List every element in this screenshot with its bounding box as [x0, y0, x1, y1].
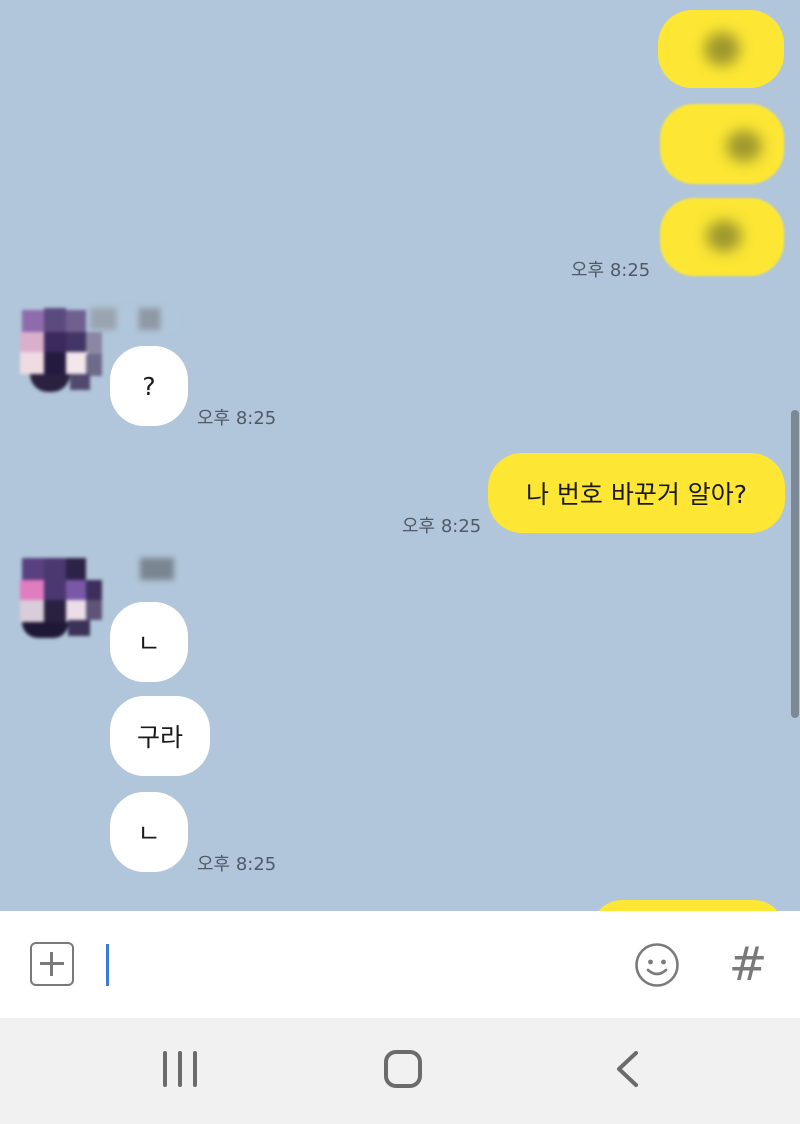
blurred-content — [704, 32, 740, 66]
recent-apps-icon[interactable] — [163, 1051, 197, 1087]
friend-message-bubble[interactable]: ㄴ — [110, 602, 188, 682]
blurred-content — [706, 220, 742, 252]
home-icon[interactable] — [384, 1050, 422, 1088]
message-text: 구라 — [136, 723, 183, 752]
my-message-bubble-partial[interactable] — [592, 900, 784, 911]
scrollbar[interactable] — [791, 410, 799, 718]
message-input[interactable] — [100, 930, 610, 1000]
message-time: 오후 8:25 — [197, 854, 277, 875]
friend-message-bubble[interactable]: ? — [110, 346, 188, 426]
friend-avatar[interactable] — [14, 548, 106, 640]
my-message-bubble-blurred[interactable] — [660, 198, 784, 276]
message-text: 나 번호 바꾼거 알아? — [525, 480, 748, 509]
message-time: 오후 8:25 — [571, 260, 651, 281]
blurred-content — [726, 130, 762, 162]
plus-icon[interactable] — [30, 942, 74, 986]
friend-avatar[interactable] — [14, 302, 106, 394]
friend-message-bubble[interactable]: ㄴ — [110, 792, 188, 872]
message-time: 오후 8:25 — [402, 516, 482, 537]
chat-area[interactable]: 오후 8:25 ? 오후 8:25 나 번호 바꾼거 알아? 오후 8:25 ㄴ… — [0, 0, 800, 911]
message-text: ? — [142, 371, 156, 401]
friend-message-bubble[interactable]: 구라 — [110, 696, 210, 776]
my-message-bubble[interactable]: 나 번호 바꾼거 알아? — [488, 453, 785, 533]
friend-name-blurred — [140, 558, 174, 580]
hash-icon[interactable]: # — [724, 936, 772, 992]
message-text: ㄴ — [137, 629, 161, 658]
my-message-bubble-blurred[interactable] — [658, 10, 784, 88]
smiley-icon[interactable] — [634, 942, 680, 988]
message-time: 오후 8:25 — [197, 408, 277, 429]
text-cursor — [106, 944, 109, 986]
message-text: ㄴ — [137, 819, 161, 848]
back-icon[interactable] — [612, 1050, 642, 1088]
my-message-bubble-blurred[interactable] — [660, 104, 784, 184]
